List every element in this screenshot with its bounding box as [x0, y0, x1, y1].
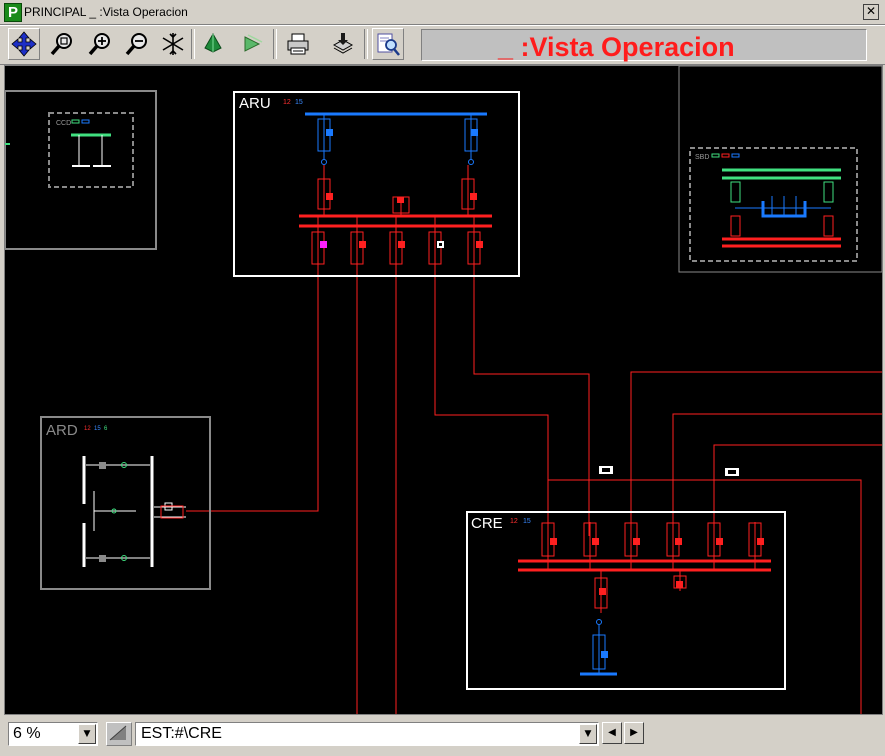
view-title: _ :Vista Operacion — [498, 32, 735, 62]
pan-icon[interactable] — [8, 28, 40, 60]
station-label-cre: CRE — [471, 515, 503, 532]
station-aru[interactable]: ARU 12 15 — [233, 91, 520, 277]
freeze-icon[interactable] — [158, 29, 188, 59]
station-label-ccd: CCD — [56, 120, 71, 127]
toolbar-separator — [364, 29, 368, 59]
search-view-icon[interactable] — [372, 28, 404, 60]
station-ccd[interactable]: CCD — [5, 90, 157, 250]
close-button[interactable]: ✕ — [863, 4, 879, 20]
feeder-switch[interactable] — [725, 468, 739, 476]
station-ard[interactable]: ARD 12 15 6 — [40, 416, 211, 590]
toolbar: _ :Vista Operacion — [0, 25, 885, 65]
toolbar-separator — [191, 29, 195, 59]
voltage-tag: 15 — [94, 426, 101, 432]
window-title: PRINCIPAL _ :Vista Operacion — [24, 5, 188, 19]
previous-button[interactable]: ◀ — [602, 722, 622, 744]
title-bar: P PRINCIPAL _ :Vista Operacion ✕ — [0, 0, 885, 25]
single-line-diagram: CCD ARU 12 15 ARD 12 15 6 SBD CRE 12 15 — [5, 66, 882, 714]
layer-toggle-icon[interactable] — [106, 722, 132, 746]
voltage-tag: 15 — [523, 518, 531, 525]
app-icon: P — [4, 3, 22, 22]
station-label-aru: ARU — [239, 95, 271, 112]
chevron-down-icon[interactable]: ▼ — [78, 724, 96, 744]
layer-down-icon[interactable] — [237, 29, 267, 59]
status-bar: 6 % ▼ EST:#\CRE ▼ ◀ ▶ — [0, 716, 885, 756]
view-title-box: _ :Vista Operacion — [421, 29, 867, 62]
zoom-value: 6 % — [13, 725, 41, 742]
chevron-down-icon[interactable]: ▼ — [579, 724, 597, 744]
zoom-out-icon[interactable] — [122, 29, 152, 59]
print-icon[interactable] — [283, 29, 313, 59]
zoom-select[interactable]: 6 % ▼ — [8, 722, 98, 746]
voltage-tag: 6 — [104, 426, 108, 432]
feeder-lines — [186, 266, 882, 714]
next-button[interactable]: ▶ — [624, 722, 644, 744]
voltage-tag: 12 — [84, 426, 91, 432]
station-cre[interactable]: CRE 12 15 — [466, 511, 786, 690]
zoom-in-icon[interactable] — [85, 29, 115, 59]
station-select[interactable]: EST:#\CRE ▼ — [135, 722, 599, 746]
voltage-tag: 12 — [510, 518, 518, 525]
station-sbd[interactable]: SBD — [678, 66, 882, 273]
feeder-switch[interactable] — [599, 466, 613, 474]
zoom-window-icon[interactable] — [47, 29, 77, 59]
station-label-ard: ARD — [46, 422, 78, 439]
voltage-tag: 12 — [283, 99, 291, 106]
station-value: EST:#\CRE — [141, 725, 222, 742]
save-icon[interactable] — [328, 29, 358, 59]
layer-up-icon[interactable] — [198, 29, 228, 59]
diagram-canvas[interactable]: CCD ARU 12 15 ARD 12 15 6 SBD CRE 12 15 — [4, 65, 883, 715]
station-label-sbd: SBD — [695, 154, 709, 161]
toolbar-separator — [273, 29, 277, 59]
voltage-tag: 15 — [295, 99, 303, 106]
